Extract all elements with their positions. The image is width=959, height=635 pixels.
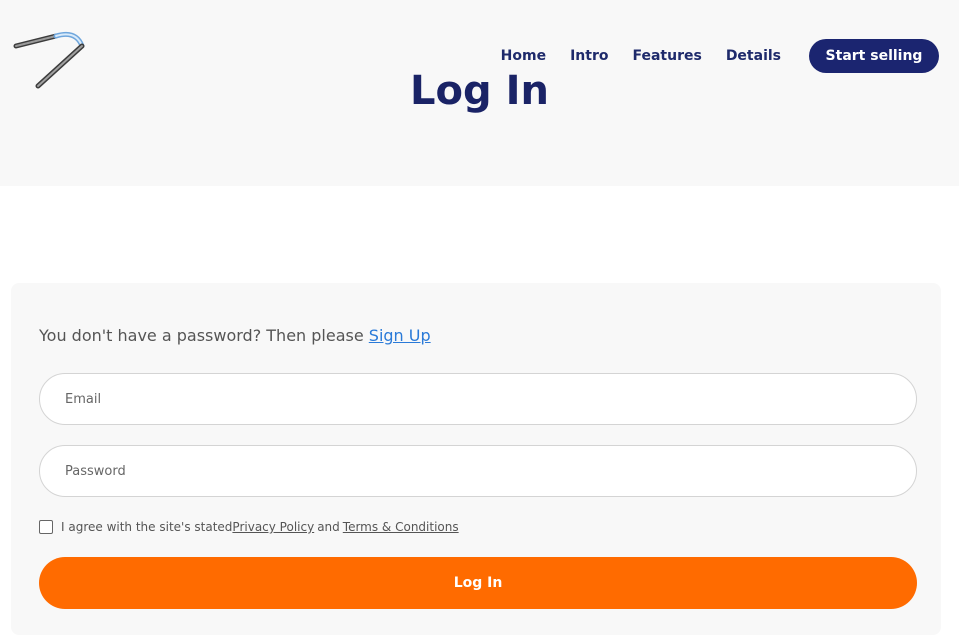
nav-features[interactable]: Features [632,48,701,64]
agree-text: I agree with the site's stated [61,520,233,534]
privacy-policy-link[interactable]: Privacy Policy [232,520,314,534]
terms-link[interactable]: Terms & Conditions [343,520,459,534]
agree-terms-row: I agree with the site's stated Privacy P… [39,520,459,534]
password-input[interactable] [39,445,917,497]
signup-link[interactable]: Sign Up [369,326,431,345]
signup-prompt-text: You don't have a password? Then please [39,326,369,345]
nav-details[interactable]: Details [726,48,781,64]
agree-checkbox[interactable] [39,520,53,534]
email-input[interactable] [39,373,917,425]
nav-intro[interactable]: Intro [570,48,608,64]
nav-home[interactable]: Home [501,48,546,64]
login-card: You don't have a password? Then please S… [11,283,941,635]
signup-prompt: You don't have a password? Then please S… [39,326,431,345]
site-header: Home Intro Features Details Start sellin… [0,0,959,186]
and-text: and [317,520,340,534]
page-title: Log In [410,68,549,114]
login-button[interactable]: Log In [39,557,917,609]
